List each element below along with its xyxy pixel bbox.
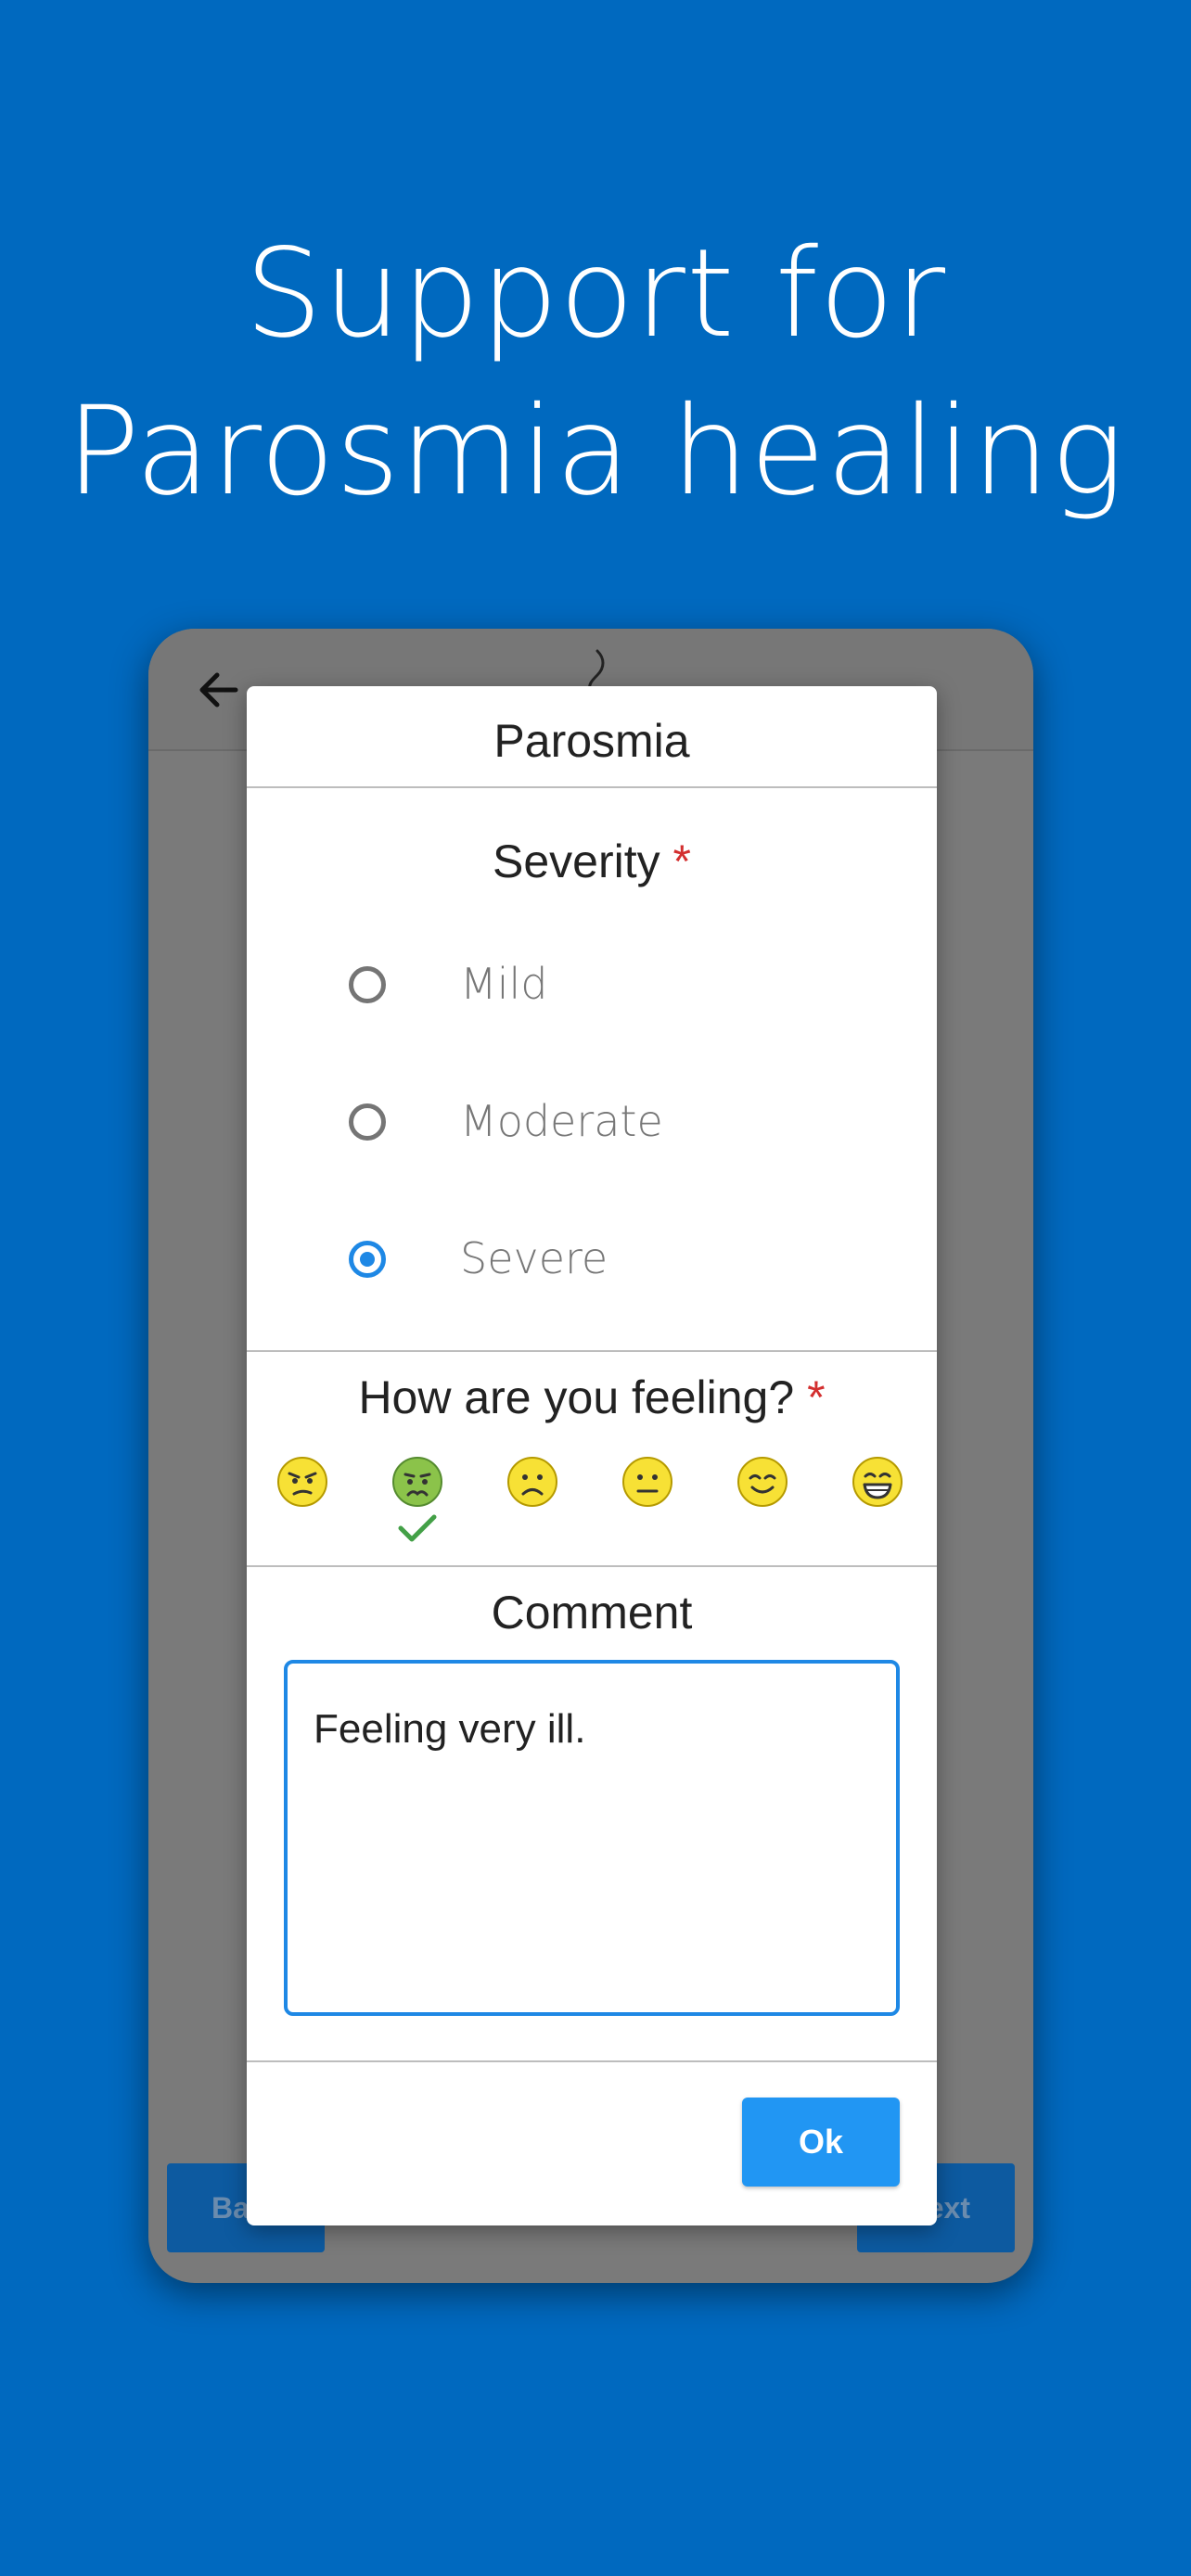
radio-button-mild[interactable] xyxy=(349,966,386,1003)
severity-label: Severity * xyxy=(247,835,937,888)
divider xyxy=(247,1565,937,1567)
ok-button[interactable]: Ok xyxy=(742,2098,900,2187)
radio-button-moderate[interactable] xyxy=(349,1103,386,1141)
radio-button-severe[interactable] xyxy=(349,1241,386,1278)
headline: Support for Parosmia healing xyxy=(0,215,1191,530)
severity-label-text: Severity xyxy=(493,835,660,887)
radio-option-moderate[interactable]: Moderate xyxy=(349,1089,868,1163)
feeling-emoji-row xyxy=(247,1456,937,1558)
smiling-face-icon[interactable] xyxy=(736,1456,788,1508)
grinning-face-icon[interactable] xyxy=(852,1456,903,1508)
comment-textarea[interactable]: Feeling very ill. xyxy=(284,1660,900,2016)
required-mark: * xyxy=(807,1371,826,1423)
back-arrow-icon[interactable] xyxy=(193,664,245,716)
headline-line-1: Support for xyxy=(244,223,947,365)
parosmia-dialog: Parosmia Severity * Mild Moderate Severe… xyxy=(247,686,937,2225)
divider xyxy=(247,1350,937,1352)
frowning-face-icon[interactable] xyxy=(506,1456,558,1508)
radio-label-severe: Severe xyxy=(460,1233,608,1283)
angry-face-icon[interactable] xyxy=(276,1456,328,1508)
neutral-face-icon[interactable] xyxy=(621,1456,673,1508)
dialog-title: Parosmia xyxy=(493,715,690,767)
required-mark: * xyxy=(672,835,691,887)
radio-label-moderate: Moderate xyxy=(460,1096,663,1146)
sick-face-icon[interactable] xyxy=(391,1456,443,1508)
divider xyxy=(247,2060,937,2062)
feeling-label-text: How are you feeling? xyxy=(358,1371,795,1423)
radio-label-mild: Mild xyxy=(460,959,548,1009)
radio-option-severe[interactable]: Severe xyxy=(349,1226,868,1300)
divider xyxy=(247,786,937,788)
checkmark-icon xyxy=(398,1514,437,1542)
headline-line-2: Parosmia healing xyxy=(66,380,1125,523)
feeling-label: How are you feeling? * xyxy=(247,1371,937,1424)
radio-option-mild[interactable]: Mild xyxy=(349,951,868,1026)
comment-label: Comment xyxy=(491,1587,693,1639)
